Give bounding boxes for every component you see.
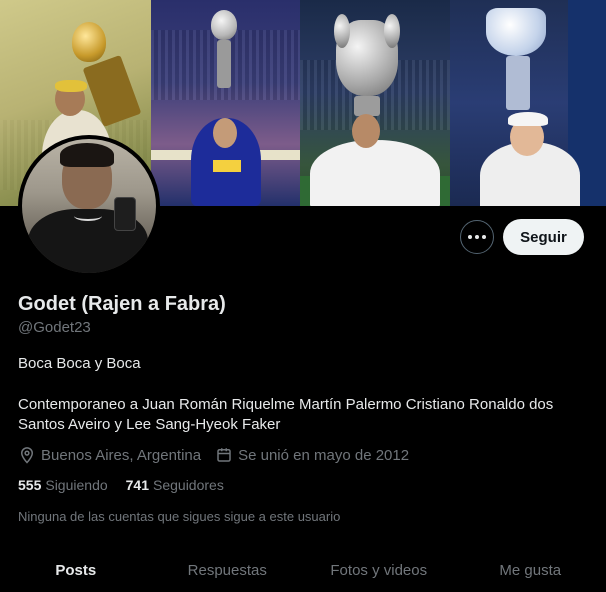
mutuals-note: Ninguna de las cuentas que sigues sigue … (18, 509, 341, 524)
following-count: 555 (18, 477, 42, 493)
banner-photo-intercontinental (151, 0, 300, 206)
profile-tabs: Posts Respuestas Fotos y videos Me gusta (0, 552, 606, 592)
followers-count: 741 (125, 477, 149, 493)
tab-posts[interactable]: Posts (0, 552, 152, 592)
profile-name: Godet (Rajen a Fabra) (18, 293, 226, 315)
more-options-button[interactable] (460, 220, 494, 254)
joined-item: Se unió en mayo de 2012 (215, 446, 409, 464)
bio-line-2: Contemporaneo a Juan Román Riquelme Mart… (18, 396, 554, 433)
following-link[interactable]: 555 Siguiendo (18, 477, 108, 493)
followers-link[interactable]: 741 Seguidores (126, 477, 224, 493)
avatar-photo (22, 139, 156, 273)
followers-label: Seguidores (153, 477, 224, 493)
tab-media[interactable]: Fotos y videos (303, 552, 455, 592)
banner-photo-champions (300, 0, 450, 206)
location-item: Buenos Aires, Argentina (18, 446, 201, 464)
profile-meta: Buenos Aires, Argentina Se unió en mayo … (18, 446, 423, 464)
location-pin-icon (20, 447, 34, 464)
joined-text: Se unió en mayo de 2012 (238, 446, 410, 464)
avatar[interactable] (18, 135, 160, 277)
following-label: Siguiendo (45, 477, 108, 493)
bio-line-1: Boca Boca y Boca (18, 355, 141, 372)
follow-button[interactable]: Seguir (503, 219, 584, 255)
follow-counts: 555 Siguiendo 741 Seguidores (18, 477, 242, 493)
location-text: Buenos Aires, Argentina (41, 446, 202, 464)
banner-photo-worlds (450, 0, 606, 206)
more-horizontal-icon (468, 235, 486, 239)
profile-handle: @Godet23 (18, 319, 91, 336)
tab-likes[interactable]: Me gusta (455, 552, 606, 592)
calendar-icon (217, 448, 231, 462)
tab-replies[interactable]: Respuestas (152, 552, 304, 592)
